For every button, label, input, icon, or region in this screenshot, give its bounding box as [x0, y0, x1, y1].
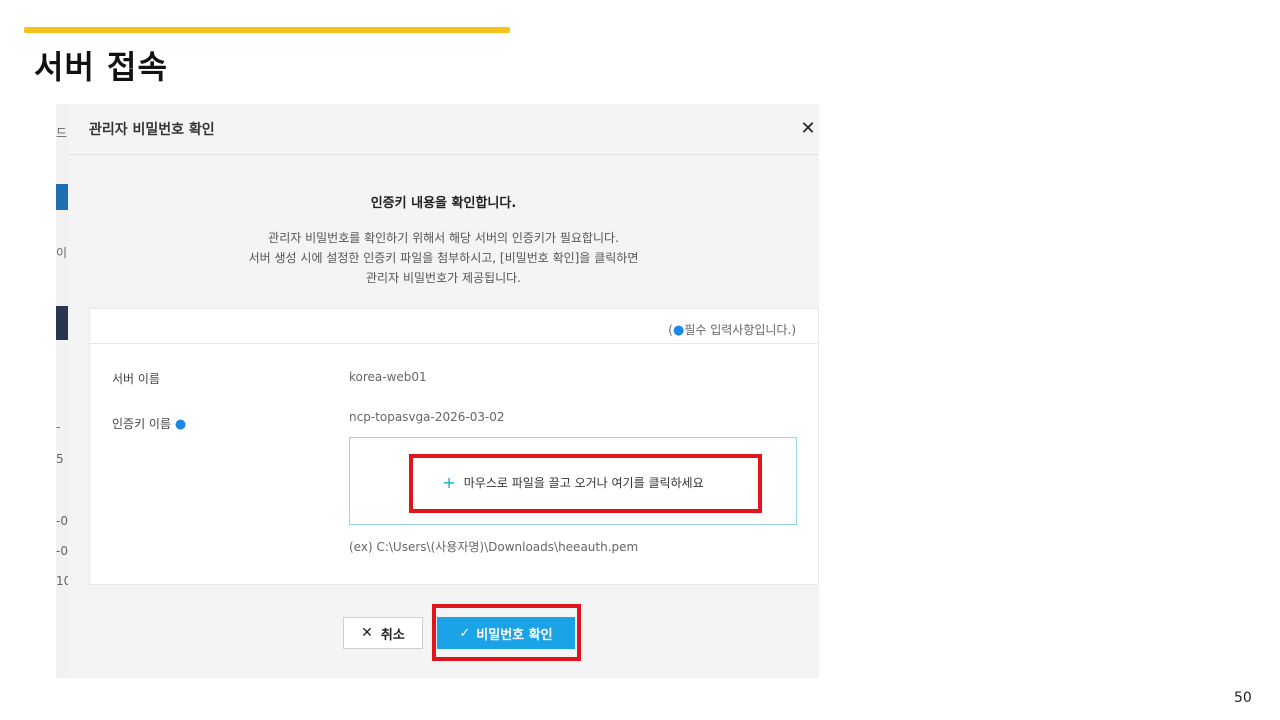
intro-line: 서버 생성 시에 설정한 인증키 파일을 첨부하시고, [비밀번호 확인]을 클… [248, 251, 639, 265]
close-icon: ✕ [361, 625, 373, 641]
divider [90, 343, 818, 344]
background-fragment: 이 [56, 246, 68, 260]
slide-title: 서버 접속 [34, 48, 168, 86]
plus-icon: + [442, 473, 456, 492]
password-confirm-modal: 관리자 비밀번호 확인 ✕ 인증키 내용을 확인합니다. 관리자 비밀번호를 확… [68, 104, 819, 678]
background-fragment: 드 [56, 126, 68, 140]
required-dot-icon: ● [672, 323, 685, 338]
cancel-button[interactable]: ✕ 취소 [343, 617, 423, 649]
form-panel: (●필수 입력사항입니다.) 서버 이름 korea-web01 인증키 이름 … [89, 308, 819, 585]
dropzone-text: 마우스로 파일을 끌고 오거나 여기를 클릭하세요 [463, 476, 704, 490]
auth-key-label: 인증키 이름 ● [112, 415, 186, 432]
server-name-label: 서버 이름 [112, 372, 160, 386]
intro-heading: 인증키 내용을 확인합니다. [370, 196, 517, 211]
title-accent-bar [24, 27, 510, 33]
background-fragment: 5 [56, 452, 64, 466]
required-note-text: 필수 입력사항입니다. [684, 323, 792, 337]
screenshot: 드 이 - 5 -0 -0 10 관리자 비밀번호 확인 ✕ 인증키 내용을 확… [56, 104, 819, 678]
background-header [56, 306, 68, 340]
modal-header: 관리자 비밀번호 확인 ✕ [68, 104, 819, 155]
required-note: (●필수 입력사항입니다.) [668, 323, 796, 338]
required-dot-icon: ● [174, 417, 187, 432]
cancel-button-label: 취소 [380, 627, 405, 643]
intro-line: 관리자 비밀번호를 확인하기 위해서 해당 서버의 인증키가 필요합니다. [268, 231, 619, 245]
dropzone-prompt: + 마우스로 파일을 끌고 오거나 여기를 클릭하세요 [350, 473, 796, 492]
server-name-value: korea-web01 [349, 370, 427, 384]
background-fragment: -0 [56, 544, 68, 558]
auth-key-label-text: 인증키 이름 [112, 417, 172, 431]
auth-key-value: ncp-topasvga-2026-03-02 [349, 410, 505, 424]
example-path: (ex) C:\Users\(사용자명)\Downloads\heeauth.p… [349, 540, 639, 554]
intro-line: 관리자 비밀번호가 제공됩니다. [366, 271, 521, 285]
check-icon: ✓ [459, 625, 471, 641]
confirm-password-button[interactable]: ✓ 비밀번호 확인 [437, 617, 575, 649]
background-fragment: - [56, 420, 61, 434]
confirm-button-label: 비밀번호 확인 [476, 627, 553, 643]
close-icon[interactable]: ✕ [797, 118, 819, 140]
page-number: 50 [1234, 690, 1252, 706]
slide: 서버 접속 드 이 - 5 -0 -0 10 관리자 비밀번호 확인 ✕ 인증키… [0, 0, 1280, 720]
modal-title: 관리자 비밀번호 확인 [89, 122, 215, 138]
file-dropzone[interactable]: + 마우스로 파일을 끌고 오거나 여기를 클릭하세요 [349, 437, 797, 525]
background-fragment: -0 [56, 514, 68, 528]
background-button [56, 184, 68, 210]
